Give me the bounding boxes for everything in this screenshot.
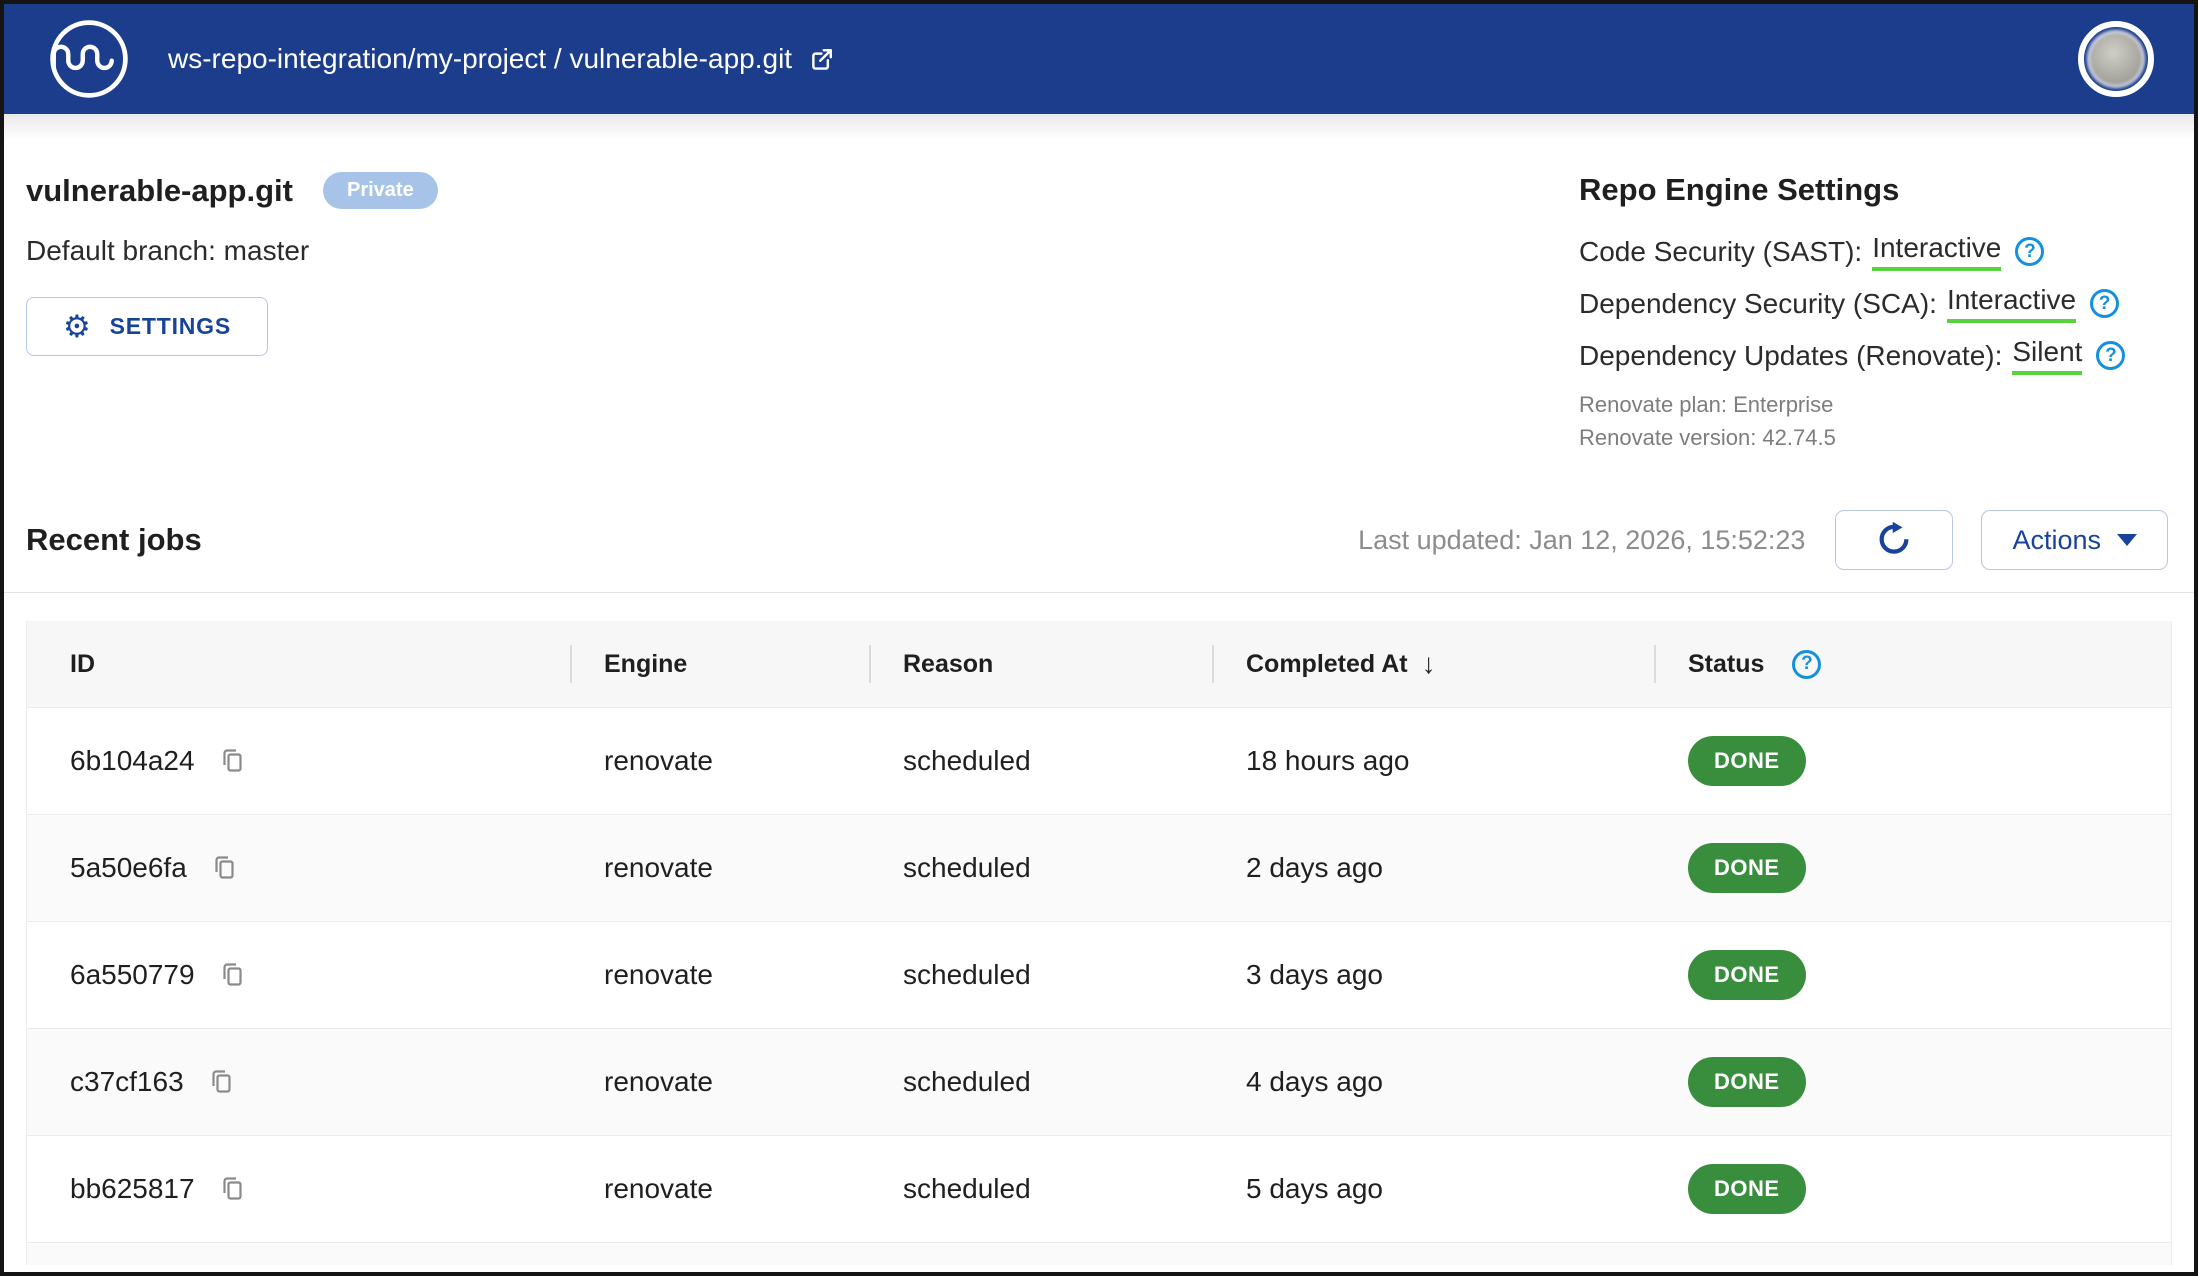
- status-badge: DONE: [1688, 950, 1806, 1000]
- sast-help-icon[interactable]: ?: [2015, 237, 2044, 266]
- content-top-gradient: [4, 114, 2194, 140]
- copy-icon[interactable]: [208, 1067, 235, 1097]
- copy-icon[interactable]: [211, 853, 238, 883]
- table-row[interactable]: 5a50e6fa renovate scheduled 2 days ago D…: [27, 814, 2171, 921]
- status-badge: DONE: [1688, 843, 1806, 893]
- user-avatar[interactable]: [2078, 21, 2154, 97]
- copy-icon[interactable]: [219, 960, 246, 990]
- job-engine: renovate: [570, 1173, 869, 1205]
- last-updated-label: Last updated: Jan 12, 2026, 15:52:23: [1358, 525, 1805, 556]
- refresh-icon: [1876, 521, 1912, 560]
- job-completed-at: 5 days ago: [1212, 1173, 1654, 1205]
- sca-value: Interactive: [1947, 284, 2076, 323]
- job-completed-at: 18 hours ago: [1212, 745, 1654, 777]
- renovate-version-label: Renovate version: 42.74.5: [1579, 421, 2164, 454]
- breadcrumb[interactable]: ws-repo-integration/my-project / vulnera…: [168, 43, 836, 75]
- renovate-value: Silent: [2012, 336, 2082, 375]
- job-id: c37cf163: [70, 1066, 184, 1098]
- chevron-down-icon: [2117, 534, 2137, 546]
- table-row[interactable]: 6b104a24 renovate scheduled 18 hours ago…: [27, 707, 2171, 814]
- copy-icon[interactable]: [219, 1174, 246, 1204]
- status-badge: DONE: [1688, 736, 1806, 786]
- column-header-reason: Reason: [869, 621, 1212, 707]
- column-header-status: Status ?: [1654, 621, 2171, 707]
- table-row[interactable]: c37cf163 renovate scheduled 4 days ago D…: [27, 1028, 2171, 1135]
- table-body: 6b104a24 renovate scheduled 18 hours ago…: [27, 707, 2171, 1242]
- repo-name: vulnerable-app.git: [26, 173, 293, 209]
- job-engine: renovate: [570, 852, 869, 884]
- job-completed-at: 4 days ago: [1212, 1066, 1654, 1098]
- refresh-button[interactable]: [1835, 510, 1953, 570]
- renovate-help-icon[interactable]: ?: [2096, 341, 2125, 370]
- gear-icon: ⚙: [63, 311, 92, 342]
- app-window: ws-repo-integration/my-project / vulnera…: [0, 0, 2198, 1276]
- avatar-image: [2090, 33, 2142, 85]
- recent-jobs-header-bar: Recent jobs Last updated: Jan 12, 2026, …: [4, 510, 2194, 570]
- sast-value: Interactive: [1872, 232, 2001, 271]
- recent-jobs-table: ID Engine Reason Completed At ↓ Status ?…: [26, 621, 2172, 1265]
- job-reason: scheduled: [869, 959, 1212, 991]
- sca-help-icon[interactable]: ?: [2090, 289, 2119, 318]
- visibility-badge: Private: [323, 172, 438, 209]
- settings-button[interactable]: ⚙ SETTINGS: [26, 297, 268, 356]
- status-badge: DONE: [1688, 1057, 1806, 1107]
- actions-button-label: Actions: [2012, 525, 2101, 556]
- repo-engine-settings-panel: Repo Engine Settings Code Security (SAST…: [1579, 172, 2164, 454]
- engine-settings-title: Repo Engine Settings: [1579, 172, 2164, 208]
- section-divider: [4, 592, 2194, 593]
- job-reason: scheduled: [869, 852, 1212, 884]
- settings-button-label: SETTINGS: [110, 313, 231, 340]
- recent-jobs-title: Recent jobs: [26, 522, 202, 558]
- job-completed-at: 3 days ago: [1212, 959, 1654, 991]
- table-row[interactable]: 6a550779 renovate scheduled 3 days ago D…: [27, 921, 2171, 1028]
- sort-descending-icon: ↓: [1422, 648, 1436, 680]
- job-engine: renovate: [570, 745, 869, 777]
- breadcrumb-text: ws-repo-integration/my-project / vulnera…: [168, 43, 792, 75]
- job-id: bb625817: [70, 1173, 195, 1205]
- job-id: 6a550779: [70, 959, 195, 991]
- job-completed-at: 2 days ago: [1212, 852, 1654, 884]
- job-id: 6b104a24: [70, 745, 195, 777]
- copy-icon[interactable]: [219, 746, 246, 776]
- job-id: 5a50e6fa: [70, 852, 187, 884]
- column-header-id: ID: [27, 621, 570, 707]
- external-link-icon[interactable]: [808, 45, 836, 73]
- repo-overview-section: vulnerable-app.git Private Default branc…: [4, 140, 2194, 454]
- renovate-plan-label: Renovate plan: Enterprise: [1579, 388, 2164, 421]
- column-header-engine: Engine: [570, 621, 869, 707]
- repo-info-block: vulnerable-app.git Private Default branc…: [26, 172, 438, 356]
- top-navigation-bar: ws-repo-integration/my-project / vulnera…: [4, 4, 2194, 114]
- job-reason: scheduled: [869, 1173, 1212, 1205]
- mend-logo-icon: [48, 18, 130, 100]
- job-engine: renovate: [570, 1066, 869, 1098]
- sca-setting-row: Dependency Security (SCA): Interactive ?: [1579, 284, 2164, 323]
- table-row[interactable]: bb625817 renovate scheduled 5 days ago D…: [27, 1135, 2171, 1242]
- sca-label: Dependency Security (SCA):: [1579, 288, 1937, 320]
- renovate-label: Dependency Updates (Renovate):: [1579, 340, 2002, 372]
- job-engine: renovate: [570, 959, 869, 991]
- table-row-partial: [27, 1242, 2171, 1265]
- actions-button[interactable]: Actions: [1981, 510, 2168, 570]
- sast-label: Code Security (SAST):: [1579, 236, 1862, 268]
- table-header-row: ID Engine Reason Completed At ↓ Status ?: [27, 621, 2171, 707]
- column-header-completed-at[interactable]: Completed At ↓: [1212, 621, 1654, 707]
- job-reason: scheduled: [869, 745, 1212, 777]
- renovate-setting-row: Dependency Updates (Renovate): Silent ?: [1579, 336, 2164, 375]
- default-branch-label: Default branch: master: [26, 235, 438, 267]
- sast-setting-row: Code Security (SAST): Interactive ?: [1579, 232, 2164, 271]
- status-badge: DONE: [1688, 1164, 1806, 1214]
- status-help-icon[interactable]: ?: [1792, 650, 1821, 679]
- job-reason: scheduled: [869, 1066, 1212, 1098]
